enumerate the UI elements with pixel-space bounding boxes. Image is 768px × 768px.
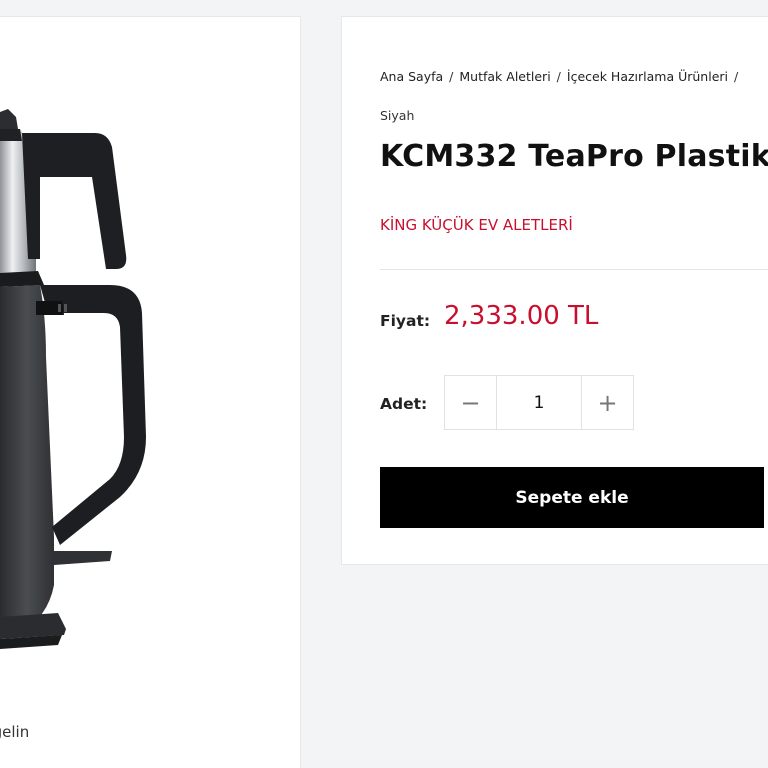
product-info-card: Ana Sayfa / Mutfak Aletleri / İçecek Hazırla… — [341, 16, 768, 565]
quantity-label: Adet: — [380, 395, 428, 413]
product-page: Yakınlaştırmak için görselin üstüne geli… — [0, 0, 768, 768]
quantity-increase-button[interactable]: + — [581, 376, 633, 429]
minus-icon: − — [460, 388, 481, 417]
breadcrumb-separator: / — [556, 69, 561, 84]
quantity-input[interactable] — [497, 376, 581, 429]
price-value: 2,333.00 TL — [444, 301, 599, 331]
product-title: KCM332 TeaPro Plastik Çaycı — [380, 139, 768, 174]
product-image[interactable] — [0, 17, 300, 717]
breadcrumb-separator: / — [734, 69, 739, 84]
breadcrumb-beverage-link[interactable]: İçecek Hazırlama Ürünleri — [567, 69, 728, 84]
brand-link[interactable]: KİNG KÜÇÜK EV ALETLERİ — [380, 216, 573, 234]
breadcrumb-home-link[interactable]: Ana Sayfa — [380, 69, 443, 84]
product-variant: Siyah — [380, 108, 415, 123]
breadcrumb: Ana Sayfa / Mutfak Aletleri / İçecek Hazırla… — [380, 69, 744, 84]
zoom-hint: Yakınlaştırmak için görselin üstüne geli… — [0, 723, 30, 741]
quantity-decrease-button[interactable]: − — [445, 376, 497, 429]
price-label: Fiyat: — [380, 312, 431, 330]
breadcrumb-kitchen-link[interactable]: Mutfak Aletleri — [459, 69, 550, 84]
breadcrumb-separator: / — [449, 69, 454, 84]
product-gallery: Yakınlaştırmak için görselin üstüne geli… — [0, 16, 301, 768]
plus-icon: + — [597, 388, 618, 417]
quantity-stepper: − + — [444, 375, 634, 430]
divider — [380, 269, 768, 270]
add-to-cart-button[interactable]: Sepete ekle — [380, 467, 764, 528]
